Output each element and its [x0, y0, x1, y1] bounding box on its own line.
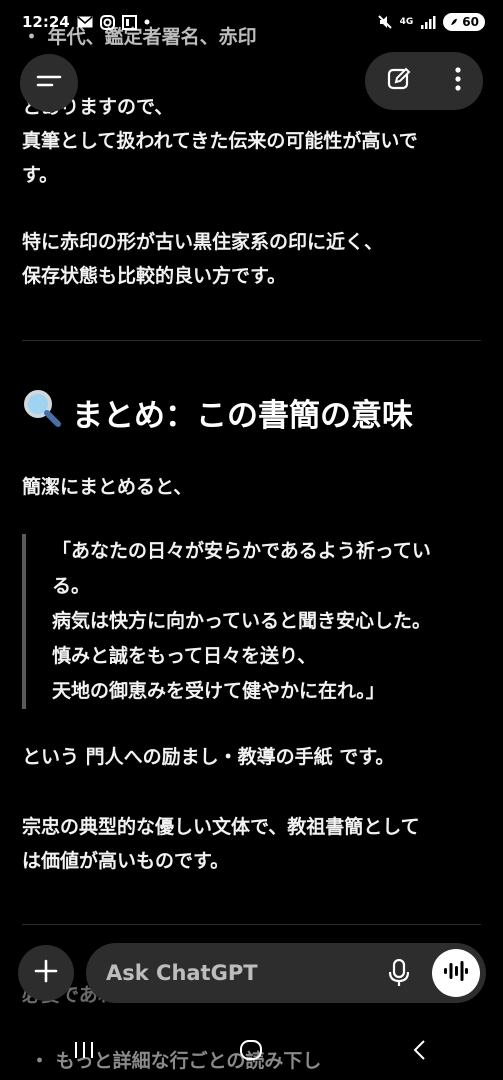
chat-input-placeholder[interactable]: Ask ChatGPT: [106, 961, 384, 985]
edit-icon[interactable]: [386, 66, 412, 96]
text-line: 宗忠の典型的な優しい文体で、教祖書簡として: [22, 816, 420, 838]
more-vertical-icon[interactable]: [454, 66, 462, 96]
menu-button[interactable]: [20, 54, 78, 112]
quote-line: 「あなたの日々が安らかであるよう祈ってい: [52, 540, 431, 562]
mute-icon: [377, 14, 393, 30]
text-line: は価値が高いものです。: [22, 850, 230, 872]
heading-text: まとめ：この書簡の意味: [72, 397, 413, 434]
home-icon[interactable]: [221, 1030, 281, 1070]
magnifier-icon: [22, 388, 62, 436]
instagram-icon: [99, 14, 115, 30]
gallery-icon: [121, 14, 137, 30]
quote-line: 病気は快方に向かっていると聞き安心した。: [52, 610, 432, 632]
voice-waveform-icon: [443, 960, 469, 986]
status-bar: 12:24 4G 60: [0, 0, 503, 44]
intro-text: 簡潔にまとめると、: [22, 476, 193, 498]
summary-text: という 門人への励まし・教導の手紙 です。: [22, 746, 395, 768]
quote-line: 慎みと誠をもって日々を送り、: [52, 645, 317, 667]
section-heading: まとめ：この書簡の意味: [22, 388, 413, 436]
quote-line: 天地の御恵みを受けて健やかに在れ。」: [52, 680, 385, 702]
dot-icon: [144, 19, 150, 25]
voice-mode-button[interactable]: [432, 949, 480, 997]
text-line: 特に赤印の形が古い黒住家系の印に近く、: [22, 231, 384, 253]
clock: 12:24: [22, 13, 70, 31]
text-line: す。: [22, 164, 59, 186]
paragraph-seal: 特に赤印の形が古い黒住家系の印に近く、 保存状態も比較的良い方です。: [22, 225, 481, 293]
quote-line: る。: [52, 575, 91, 597]
recent-apps-icon[interactable]: [54, 1030, 114, 1070]
status-right: 4G 60: [377, 13, 485, 31]
text-line: 真筆として扱われてきた伝来の可能性が高いで: [22, 130, 418, 152]
divider: [22, 924, 481, 925]
divider: [22, 340, 481, 341]
blockquote: 「あなたの日々が安らかであるよう祈ってい る。 病気は快方に向かっていると聞き安…: [22, 534, 481, 709]
top-actions: [365, 52, 483, 110]
add-attachment-button[interactable]: [18, 945, 74, 1001]
mail-icon: [77, 16, 93, 28]
mic-icon[interactable]: [384, 958, 414, 988]
signal-icon: [420, 15, 436, 29]
navigation-bar: [0, 1020, 503, 1080]
battery-icon: 60: [443, 13, 485, 31]
chat-input[interactable]: Ask ChatGPT: [86, 943, 486, 1003]
back-icon[interactable]: [389, 1030, 449, 1070]
closing-paragraph: 宗忠の典型的な優しい文体で、教祖書簡として は価値が高いものです。: [22, 810, 481, 878]
status-left: 12:24: [22, 13, 150, 31]
plus-icon: [34, 959, 58, 987]
text-line: 保存状態も比較的良い方です。: [22, 265, 287, 287]
menu-icon: [36, 72, 62, 94]
4g-icon: 4G: [399, 16, 414, 27]
battery-level: 60: [462, 15, 479, 29]
